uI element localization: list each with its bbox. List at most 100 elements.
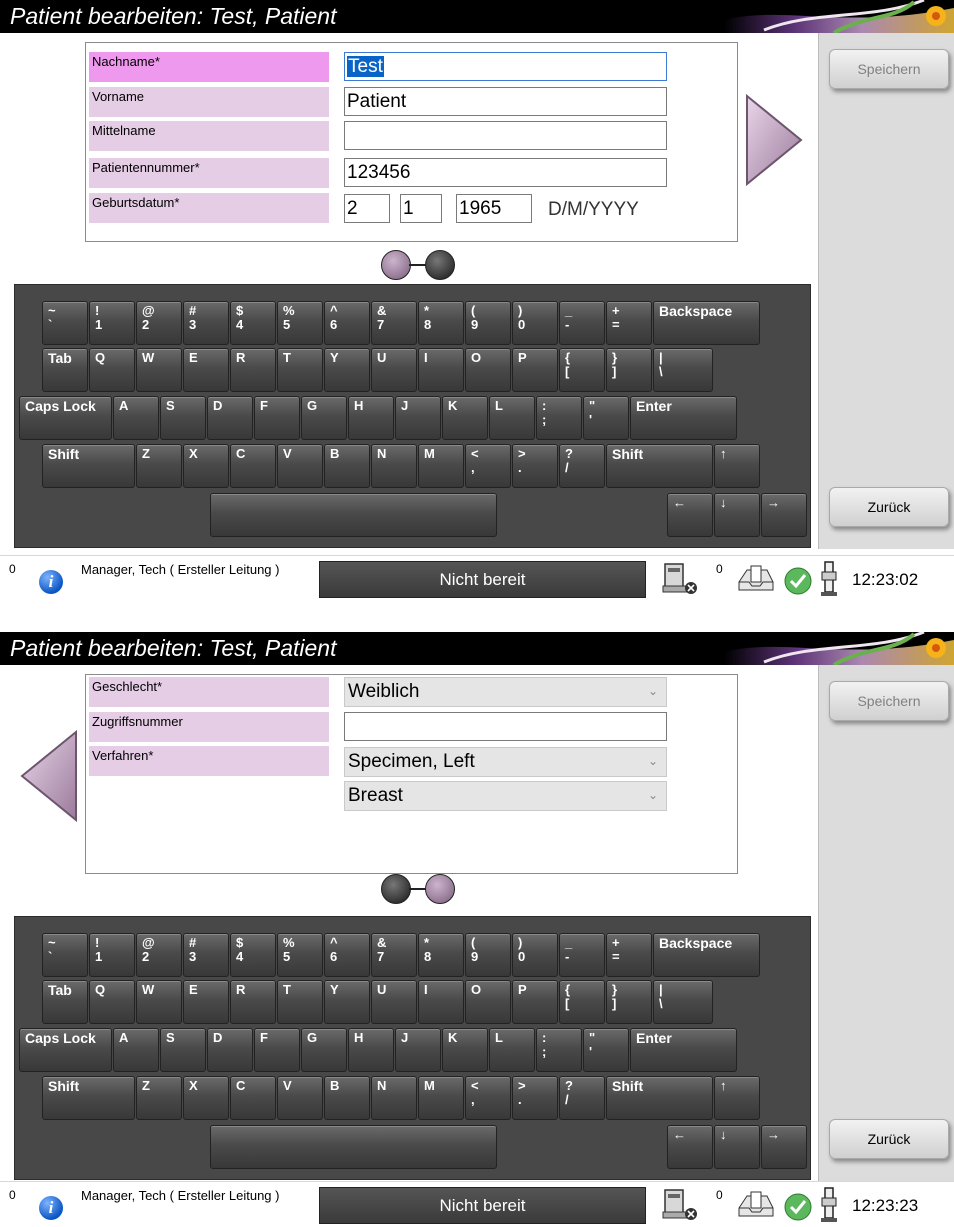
key-caps-lock[interactable]: Caps Lock [19,1028,112,1072]
key-6[interactable]: ^ 6 [324,301,370,345]
lastname-input[interactable]: Test [344,52,667,81]
key-v[interactable]: V [277,1076,323,1120]
tray-icon[interactable] [737,564,775,594]
birth-month-input[interactable]: 1 [400,194,442,223]
key-arrow-left[interactable]: ← [667,493,713,537]
key-minus[interactable]: _ - [559,933,605,977]
key-9[interactable]: ( 9 [465,933,511,977]
key-d[interactable]: D [207,1028,253,1072]
key-i[interactable]: I [418,980,464,1024]
next-arrow-icon[interactable] [743,92,805,188]
key-backspace[interactable]: Backspace [653,933,760,977]
back-button[interactable]: Zurück [829,1119,949,1159]
key-9[interactable]: ( 9 [465,301,511,345]
birth-year-input[interactable]: 1965 [456,194,532,223]
key-3[interactable]: # 3 [183,933,229,977]
key-open-bracket[interactable]: { [ [559,980,605,1024]
key-7[interactable]: & 7 [371,933,417,977]
key-arrow-right[interactable]: → [761,1125,807,1169]
key-shift-left[interactable]: Shift [42,1076,135,1120]
key-y[interactable]: Y [324,980,370,1024]
key-u[interactable]: U [371,980,417,1024]
procedure-select[interactable]: Specimen, Left ⌄ [344,747,667,777]
key-8[interactable]: * 8 [418,933,464,977]
key-o[interactable]: O [465,348,511,392]
birth-day-input[interactable]: 2 [344,194,390,223]
key-8[interactable]: * 8 [418,301,464,345]
key-7[interactable]: & 7 [371,301,417,345]
key-quote[interactable]: " ' [583,1028,629,1072]
key-backtick[interactable]: ~ ` [42,301,88,345]
key-w[interactable]: W [136,348,182,392]
key-v[interactable]: V [277,444,323,488]
prev-arrow-icon[interactable] [18,728,80,824]
page-dot-1[interactable] [381,874,411,904]
check-icon[interactable] [783,1192,813,1222]
key-semicolon[interactable]: : ; [536,396,582,440]
key-shift-left[interactable]: Shift [42,444,135,488]
key-j[interactable]: J [395,396,441,440]
check-icon[interactable] [783,566,813,596]
key-q[interactable]: Q [89,980,135,1024]
key-g[interactable]: G [301,396,347,440]
key-t[interactable]: T [277,348,323,392]
key-period[interactable]: > . [512,444,558,488]
key-i[interactable]: I [418,348,464,392]
key-k[interactable]: K [442,396,488,440]
key-g[interactable]: G [301,1028,347,1072]
info-icon[interactable]: i [39,570,63,594]
key-slash[interactable]: ? / [559,1076,605,1120]
key-enter[interactable]: Enter [630,1028,737,1072]
key-comma[interactable]: < , [465,1076,511,1120]
key-shift-right[interactable]: Shift [606,444,713,488]
key-slash[interactable]: ? / [559,444,605,488]
key-a[interactable]: A [113,1028,159,1072]
key-backslash[interactable]: | \ [653,348,713,392]
key-b[interactable]: B [324,444,370,488]
key-z[interactable]: Z [136,1076,182,1120]
key-tab[interactable]: Tab [42,348,88,392]
key-backslash[interactable]: | \ [653,980,713,1024]
key-close-bracket[interactable]: } ] [606,348,652,392]
key-semicolon[interactable]: : ; [536,1028,582,1072]
page-dot-2-active[interactable] [425,874,455,904]
key-arrow-up[interactable]: ↑ [714,1076,760,1120]
key-4[interactable]: $ 4 [230,933,276,977]
accession-input[interactable] [344,712,667,741]
key-p[interactable]: P [512,980,558,1024]
key-p[interactable]: P [512,348,558,392]
tray-icon[interactable] [737,1190,775,1220]
page-dot-2[interactable] [425,250,455,280]
printer-error-icon[interactable] [661,562,701,596]
key-d[interactable]: D [207,396,253,440]
info-icon[interactable]: i [39,1196,63,1220]
system-status[interactable]: Nicht bereit [319,1187,646,1224]
key-l[interactable]: L [489,396,535,440]
key-f[interactable]: F [254,1028,300,1072]
key-c[interactable]: C [230,1076,276,1120]
printer-error-icon[interactable] [661,1188,701,1222]
sex-select[interactable]: Weiblich ⌄ [344,677,667,707]
key-2[interactable]: @ 2 [136,301,182,345]
key-equals[interactable]: + = [606,933,652,977]
key-minus[interactable]: _ - [559,301,605,345]
key-arrow-left[interactable]: ← [667,1125,713,1169]
key-backtick[interactable]: ~ ` [42,933,88,977]
key-open-bracket[interactable]: { [ [559,348,605,392]
key-arrow-down[interactable]: ↓ [714,493,760,537]
key-2[interactable]: @ 2 [136,933,182,977]
key-enter[interactable]: Enter [630,396,737,440]
key-arrow-right[interactable]: → [761,493,807,537]
key-close-bracket[interactable]: } ] [606,980,652,1024]
key-backspace[interactable]: Backspace [653,301,760,345]
page-dot-1-active[interactable] [381,250,411,280]
key-k[interactable]: K [442,1028,488,1072]
firstname-input[interactable]: Patient [344,87,667,116]
device-icon[interactable] [818,1186,840,1224]
key-tab[interactable]: Tab [42,980,88,1024]
key-arrow-up[interactable]: ↑ [714,444,760,488]
key-shift-right[interactable]: Shift [606,1076,713,1120]
key-4[interactable]: $ 4 [230,301,276,345]
key-f[interactable]: F [254,396,300,440]
save-button[interactable]: Speichern [829,681,949,721]
